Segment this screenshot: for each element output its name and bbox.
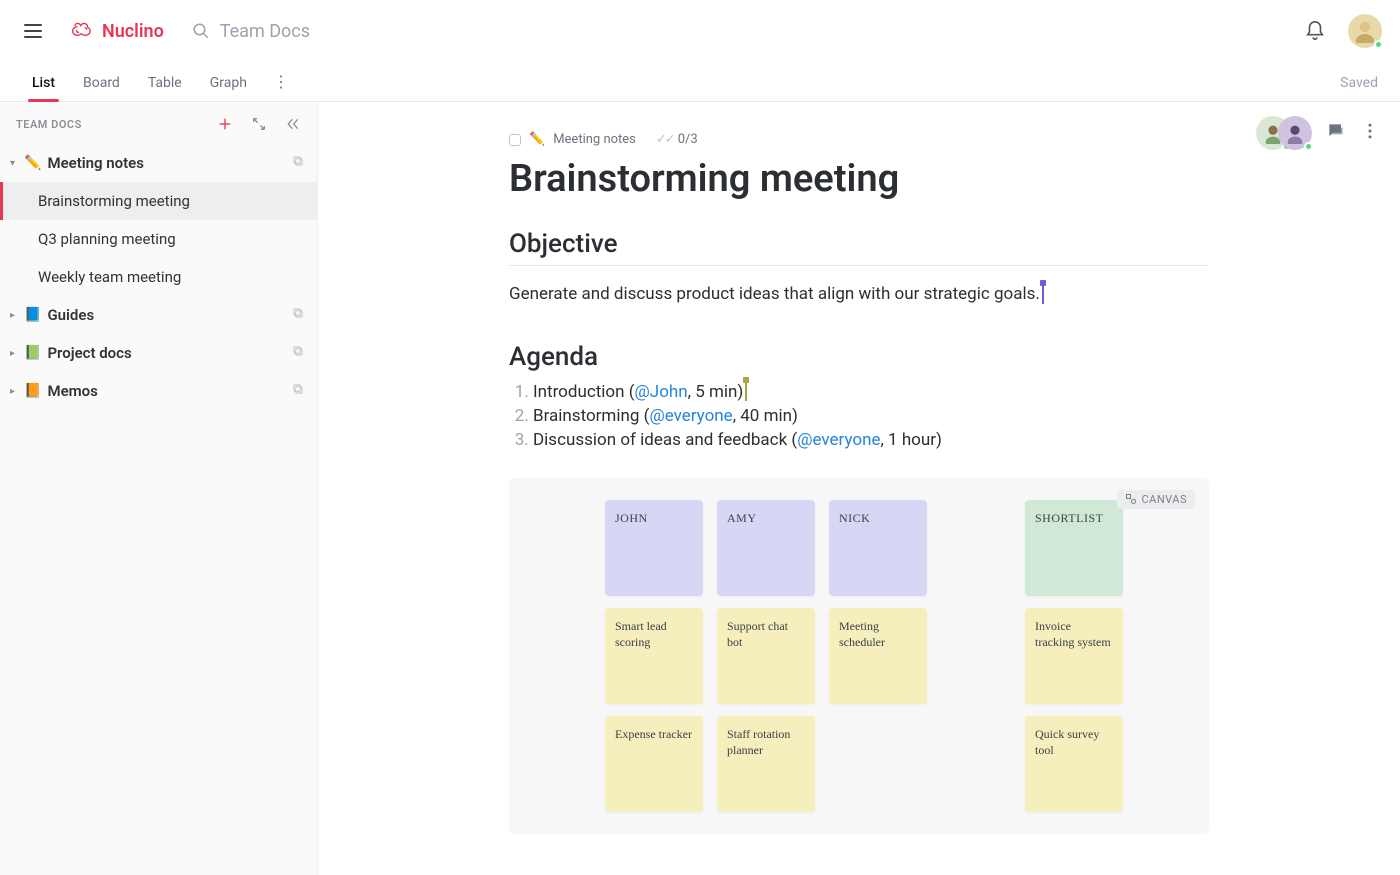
app-logo[interactable]: Nuclino [70, 18, 164, 44]
document-main: ✏️ Meeting notes ✓✓ 0/3 Brainstorming me… [318, 102, 1400, 875]
canvas-note-card[interactable]: Invoice tracking system [1025, 608, 1123, 704]
canvas-note-card[interactable]: Smart lead scoring [605, 608, 703, 704]
canvas-note-card[interactable]: Meeting scheduler [829, 608, 927, 704]
plus-icon [217, 116, 233, 132]
sidebar-item-label: Guides [47, 306, 291, 324]
doc-more-button[interactable] [1360, 121, 1380, 145]
page-title[interactable]: Brainstorming meeting [509, 157, 1209, 201]
tab-graph[interactable]: Graph [196, 75, 261, 101]
presence-indicator [1304, 142, 1313, 151]
agenda-list[interactable]: Introduction (@John, 5 min) Brainstormin… [533, 382, 1209, 450]
canvas-note-card[interactable]: Staff rotation planner [717, 716, 815, 812]
notifications-icon[interactable] [1304, 20, 1326, 42]
mention[interactable]: @everyone [797, 430, 880, 450]
comments-button[interactable] [1326, 121, 1346, 145]
orange-book-icon: 📙 [24, 383, 41, 399]
collaborator-avatar[interactable] [1278, 116, 1312, 150]
mention[interactable]: @everyone [649, 406, 732, 426]
presence-indicator [1374, 40, 1383, 49]
app-name: Nuclino [102, 21, 164, 42]
search-icon [192, 22, 210, 40]
divider [509, 265, 1209, 266]
view-tabs: List Board Table Graph ⋮ Saved [0, 62, 1400, 102]
collapse-sidebar-button[interactable] [285, 116, 301, 132]
tab-list[interactable]: List [18, 75, 69, 101]
breadcrumb-parent[interactable]: Meeting notes [553, 132, 636, 147]
remote-cursor [1042, 286, 1044, 304]
sidebar-title: TEAM DOCS [16, 118, 82, 131]
more-vertical-icon [1360, 121, 1380, 141]
chevron-down-icon: ▾ [10, 158, 22, 169]
person-icon [1284, 122, 1306, 144]
canvas-note-card[interactable]: Quick survey tool [1025, 716, 1123, 812]
task-progress[interactable]: 0/3 [678, 132, 698, 147]
sidebar-item-weekly-team[interactable]: Weekly team meeting [0, 258, 317, 296]
remote-cursor [745, 383, 747, 401]
expand-icon [251, 116, 267, 132]
canvas-note-card[interactable]: Expense tracker [605, 716, 703, 812]
chevron-right-icon: ▸ [10, 348, 22, 359]
copy-icon[interactable] [291, 344, 305, 362]
tab-board[interactable]: Board [69, 75, 134, 101]
search-input[interactable]: Team Docs [192, 21, 310, 42]
agenda-item[interactable]: Introduction (@John, 5 min) [533, 382, 1209, 402]
expand-button[interactable] [251, 116, 267, 132]
current-user-avatar[interactable] [1348, 14, 1382, 48]
agenda-item[interactable]: Brainstorming (@everyone, 40 min) [533, 406, 1209, 426]
canvas-header-card[interactable]: AMY [717, 500, 815, 596]
canvas-header-card[interactable]: NICK [829, 500, 927, 596]
pencil-icon: ✏️ [529, 132, 545, 147]
person-icon [1353, 19, 1377, 43]
sidebar-item-label: Memos [47, 382, 291, 400]
objective-text[interactable]: Generate and discuss product ideas that … [509, 282, 1209, 308]
canvas-note-card[interactable]: Support chat bot [717, 608, 815, 704]
objective-heading[interactable]: Objective [509, 229, 1209, 259]
canvas-header-card[interactable]: JOHN [605, 500, 703, 596]
copy-icon[interactable] [291, 382, 305, 400]
sidebar-section-meeting-notes[interactable]: ▾ ✏️ Meeting notes [0, 144, 317, 182]
sidebar-section-memos[interactable]: ▸ 📙 Memos [0, 372, 317, 410]
agenda-item[interactable]: Discussion of ideas and feedback (@every… [533, 430, 1209, 450]
save-status: Saved [1340, 75, 1378, 101]
copy-icon[interactable] [291, 154, 305, 172]
shapes-icon [1125, 493, 1137, 505]
brain-icon [70, 18, 96, 44]
sidebar-item-brainstorming[interactable]: Brainstorming meeting [0, 182, 317, 220]
canvas-badge: CANVAS [1117, 490, 1196, 509]
pencil-icon: ✏️ [24, 155, 41, 171]
blue-book-icon: 📘 [24, 307, 41, 323]
search-placeholder: Team Docs [220, 21, 310, 42]
sidebar-item-label: Meeting notes [47, 154, 291, 172]
chat-icon [1326, 121, 1346, 141]
canvas-block[interactable]: CANVAS JOHN Smart lead scoring Expense t… [509, 478, 1209, 834]
double-check-icon: ✓✓ [656, 132, 674, 147]
green-book-icon: 📗 [24, 345, 41, 361]
sidebar-item-q3-planning[interactable]: Q3 planning meeting [0, 220, 317, 258]
canvas-header-card[interactable]: SHORTLIST [1025, 500, 1123, 596]
chevron-right-icon: ▸ [10, 386, 22, 397]
chevron-right-icon: ▸ [10, 310, 22, 321]
mention[interactable]: @John [635, 382, 688, 402]
menu-button[interactable] [24, 17, 52, 45]
sidebar-section-guides[interactable]: ▸ 📘 Guides [0, 296, 317, 334]
sidebar-item-label: Project docs [47, 344, 291, 362]
chevron-double-left-icon [285, 116, 301, 132]
add-item-button[interactable] [217, 116, 233, 132]
sidebar: TEAM DOCS ▾ ✏️ Meeting notes Brainst [0, 102, 318, 875]
tab-more-icon[interactable]: ⋮ [261, 72, 301, 101]
checkbox-icon[interactable] [509, 134, 521, 146]
agenda-heading[interactable]: Agenda [509, 342, 1209, 372]
copy-icon[interactable] [291, 306, 305, 324]
tab-table[interactable]: Table [134, 75, 196, 101]
sidebar-section-project-docs[interactable]: ▸ 📗 Project docs [0, 334, 317, 372]
